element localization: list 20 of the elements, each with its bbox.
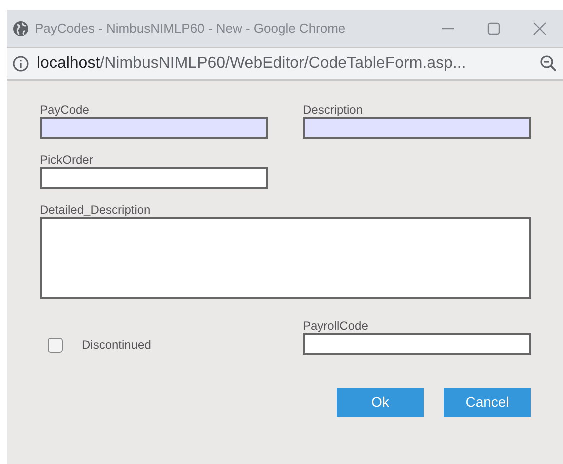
globe-icon — [13, 20, 29, 36]
field-label: PickOrder — [40, 153, 94, 167]
field-label: PayrollCode — [303, 319, 370, 333]
field-label: Description — [303, 103, 364, 117]
cancel-button[interactable]: Cancel — [444, 388, 531, 417]
payroll-code-field[interactable] — [303, 333, 531, 355]
zoom-out-icon[interactable] — [540, 55, 557, 72]
field-label: Detailed_Description — [40, 203, 152, 217]
info-icon[interactable] — [13, 56, 29, 72]
input-field[interactable] — [40, 117, 268, 139]
maximize-icon[interactable] — [487, 22, 501, 36]
discontinued-checkbox[interactable] — [48, 338, 63, 352]
input-field[interactable] — [40, 167, 268, 189]
field-label: PayCode — [40, 103, 90, 117]
input-field[interactable] — [303, 117, 531, 139]
ok-button[interactable]: Ok — [337, 388, 424, 417]
discontinued-label: Discontinued — [82, 337, 152, 354]
text-area[interactable] — [40, 217, 531, 299]
close-icon[interactable] — [533, 22, 547, 36]
window-title: PayCodes - NimbusNIMLP60 - New - Google Chrome — [35, 20, 347, 38]
